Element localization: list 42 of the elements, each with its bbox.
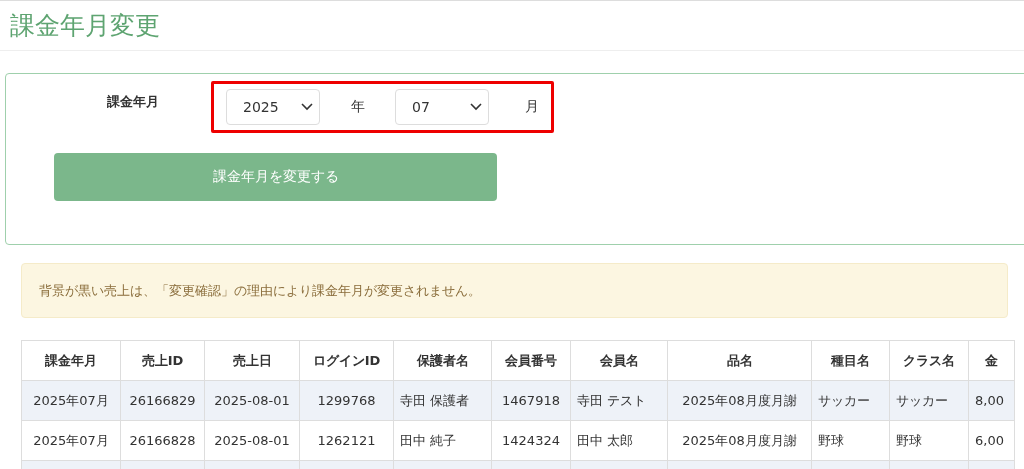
table-cell: 2025-08-01 (204, 380, 300, 421)
column-header: 品名 (667, 340, 812, 381)
notice-alert: 背景が黒い売上は、「変更確認」の理由により課金年月が変更されません。 (21, 263, 1008, 318)
table-cell: 1467918 (491, 380, 571, 421)
table-cell: 1424324 (491, 420, 571, 461)
table-cell: 寺田 保護者 (393, 380, 492, 421)
year-select[interactable]: 2025 (226, 89, 320, 125)
table-cell: 1262121 (299, 420, 394, 461)
column-header: 金 (968, 340, 1015, 381)
table-cell: 寺田 テスト (570, 380, 668, 421)
column-header: 売上ID (120, 340, 205, 381)
year-unit: 年 (349, 98, 366, 116)
page-title: 課金年月変更 (10, 10, 160, 42)
table-cell: 田中 太郎 (570, 420, 668, 461)
table-cell: 2025-08-01 (204, 420, 300, 461)
table-cell: 1299768 (299, 380, 394, 421)
table-cell: 8,00 (968, 380, 1015, 421)
field-label: 課金年月 (105, 93, 160, 111)
column-header: 保護者名 (393, 340, 492, 381)
month-unit: 月 (524, 98, 539, 116)
table-cell: 2025年07月 (21, 420, 121, 461)
chevron-down-icon (470, 103, 482, 111)
table-cell: サッカー (811, 380, 890, 421)
month-select[interactable]: 07 (395, 89, 489, 125)
column-header: 会員名 (570, 340, 668, 381)
table-cell: 野球 (889, 420, 969, 461)
column-header: 課金年月 (21, 340, 121, 381)
column-header: 種目名 (811, 340, 890, 381)
table-cell: 田中 純子 (393, 420, 492, 461)
table-cell: サッカー (889, 380, 969, 421)
column-header: クラス名 (889, 340, 969, 381)
table-cell: 野球 (811, 420, 890, 461)
column-header: 売上日 (204, 340, 300, 381)
table-cell: 2025年08月度月謝 (667, 380, 812, 421)
table-cell: 6,00 (968, 420, 1015, 461)
table-cell: 26166829 (120, 380, 205, 421)
chevron-down-icon (301, 103, 313, 111)
column-header: ログインID (299, 340, 394, 381)
table-cell: 2025年07月 (21, 380, 121, 421)
column-header: 会員番号 (491, 340, 571, 381)
table-cell: 2025年08月度月謝 (667, 420, 812, 461)
table-cell: 26166828 (120, 420, 205, 461)
